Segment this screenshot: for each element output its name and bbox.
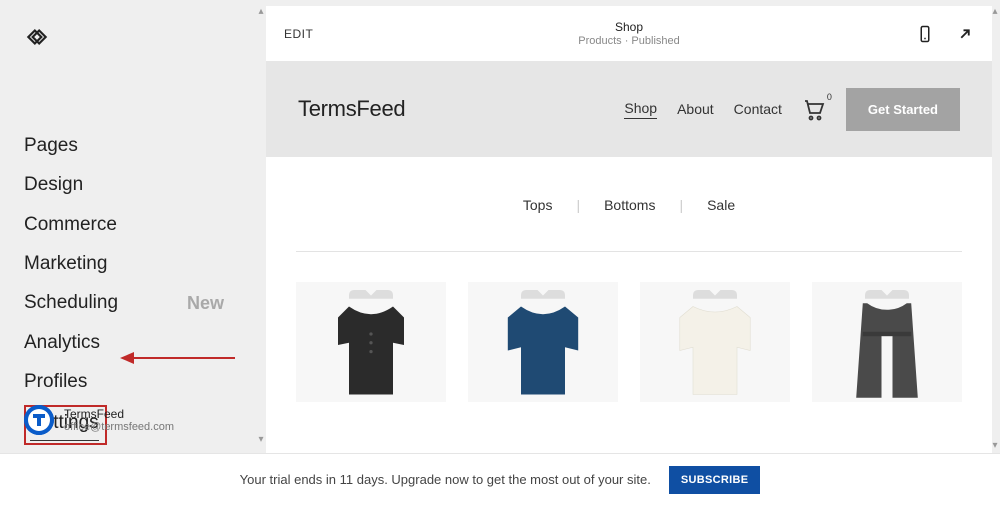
subscribe-button[interactable]: SUBSCRIBE [669, 466, 761, 494]
account-text: TermsFeed office@termsfeed.com [64, 407, 174, 433]
account-info[interactable]: TermsFeed office@termsfeed.com [24, 405, 174, 435]
account-name: TermsFeed [64, 407, 174, 421]
sidebar-item-marketing[interactable]: Marketing [24, 248, 107, 279]
page-indicator[interactable]: Shop Products · Published [578, 20, 680, 47]
category-tops[interactable]: Tops [523, 197, 553, 213]
expand-icon[interactable] [956, 25, 974, 43]
page-title: Shop [578, 20, 680, 34]
page-subtitle: Products · Published [578, 35, 680, 47]
category-filter: Tops | Bottoms | Sale [296, 197, 962, 213]
main-panel: EDIT Shop Products · Published TermsFeed… [260, 0, 1000, 505]
separator: | [679, 197, 683, 213]
nav-link-shop[interactable]: Shop [624, 100, 657, 119]
nav-link-contact[interactable]: Contact [734, 101, 782, 117]
product-grid [296, 282, 962, 402]
product-item[interactable] [296, 282, 446, 402]
account-email: office@termsfeed.com [64, 421, 174, 433]
sidebar: Pages Design Commerce Marketing Scheduli… [0, 0, 260, 505]
site-nav: Shop About Contact 0 Get Started [624, 88, 960, 131]
editor-topbar: EDIT Shop Products · Published [266, 6, 992, 61]
get-started-button[interactable]: Get Started [846, 88, 960, 131]
product-item[interactable] [812, 282, 962, 402]
separator: | [576, 197, 580, 213]
category-bottoms[interactable]: Bottoms [604, 197, 655, 213]
sidebar-item-pages[interactable]: Pages [24, 130, 78, 161]
sidebar-item-scheduling[interactable]: Scheduling [24, 287, 118, 318]
trial-text: Your trial ends in 11 days. Upgrade now … [240, 472, 651, 487]
avatar [24, 405, 54, 435]
sidebar-item-commerce[interactable]: Commerce [24, 209, 117, 240]
sidebar-item-profiles[interactable]: Profiles [24, 366, 87, 397]
edit-button[interactable]: EDIT [284, 27, 313, 41]
divider-line [296, 251, 962, 252]
squarespace-logo-icon[interactable] [24, 24, 50, 50]
cart-count: 0 [827, 92, 832, 102]
trial-banner: Your trial ends in 11 days. Upgrade now … [0, 453, 1000, 505]
site-name[interactable]: TermsFeed [298, 96, 405, 122]
site-preview: TermsFeed Shop About Contact 0 Get Start… [266, 61, 992, 505]
sidebar-item-analytics[interactable]: Analytics [24, 327, 100, 358]
site-body: Tops | Bottoms | Sale [266, 157, 992, 402]
sidebar-item-design[interactable]: Design [24, 169, 83, 200]
product-item[interactable] [468, 282, 618, 402]
nav-link-about[interactable]: About [677, 101, 714, 117]
mobile-preview-icon[interactable] [916, 25, 934, 43]
site-header: TermsFeed Shop About Contact 0 Get Start… [266, 61, 992, 157]
product-item[interactable] [640, 282, 790, 402]
cart-icon[interactable]: 0 [802, 98, 826, 120]
new-badge: New [187, 293, 224, 314]
scroll-down-icon: ▾ [992, 440, 997, 451]
scroll-up-icon: ▴ [992, 6, 997, 17]
category-sale[interactable]: Sale [707, 197, 735, 213]
preview-scrollbar[interactable]: ▴ ▾ [990, 6, 1000, 451]
